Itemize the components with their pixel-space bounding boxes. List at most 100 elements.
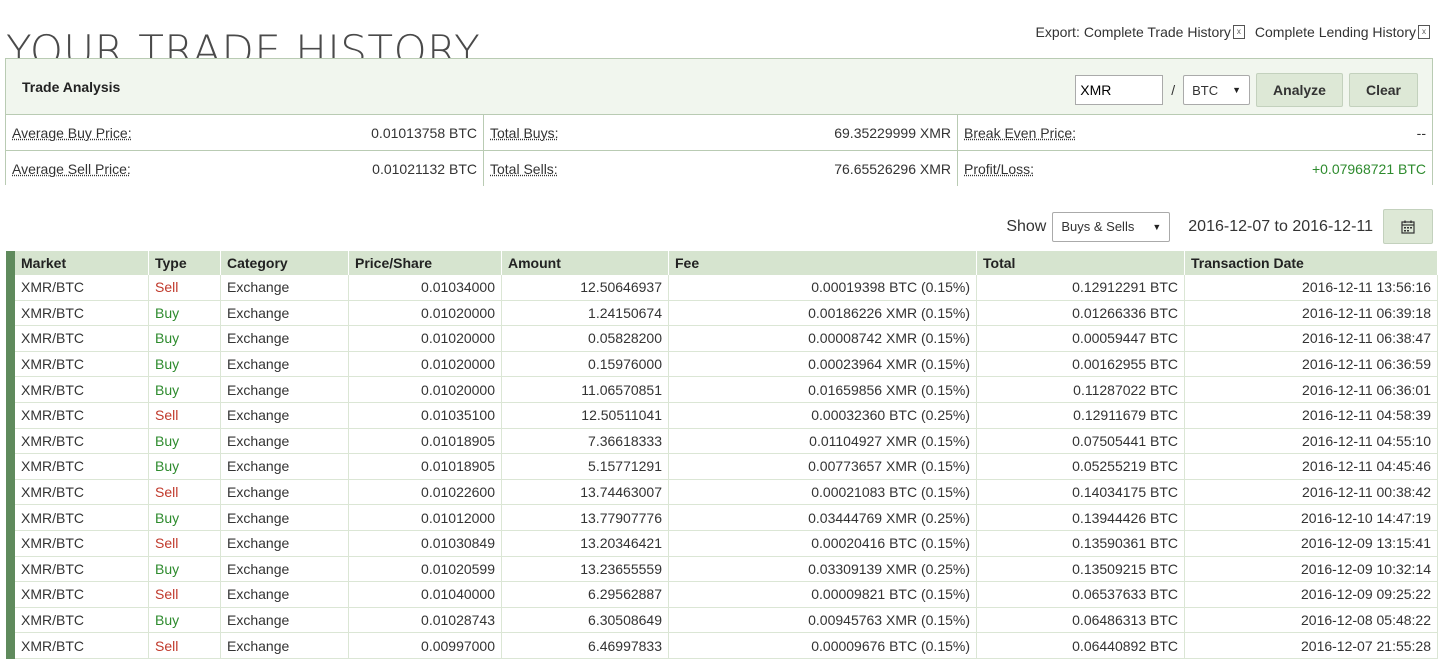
cell-date: 2016-12-11 06:36:59 — [1184, 351, 1438, 378]
cell-date: 2016-12-09 13:15:41 — [1184, 530, 1438, 557]
cell-type: Buy — [148, 376, 221, 403]
cell-market: XMR/BTC — [6, 376, 149, 403]
cell-market: XMR/BTC — [6, 504, 149, 531]
table-row: XMR/BTC Buy Exchange 0.01020000 0.15976000 0.… — [6, 351, 1438, 378]
cell-category: Exchange — [220, 376, 349, 403]
cell-date: 2016-12-11 13:56:16 — [1184, 275, 1438, 301]
cell-type: Buy — [148, 504, 221, 531]
trade-analysis-panel: Trade Analysis / BTC ▼ Analyze Clear Ave… — [5, 58, 1433, 186]
trade-analysis-header: Trade Analysis / BTC ▼ Analyze Clear — [6, 59, 1432, 115]
cell-category: Exchange — [220, 530, 349, 557]
cell-market: XMR/BTC — [6, 479, 149, 506]
cell-type: Buy — [148, 351, 221, 378]
cell-type: Buy — [148, 300, 221, 327]
cell-date: 2016-12-10 14:47:19 — [1184, 504, 1438, 531]
base-currency-value: BTC — [1192, 82, 1219, 98]
col-header[interactable]: Total — [976, 251, 1185, 275]
cell-price: 0.01018905 — [348, 453, 502, 480]
base-currency-select[interactable]: BTC ▼ — [1183, 75, 1251, 105]
calendar-button[interactable] — [1383, 209, 1433, 244]
cell-amount: 13.74463007 — [501, 479, 669, 506]
export-lending-history-link[interactable]: Complete Lending History x — [1255, 24, 1430, 40]
stat-break-even-price: Break Even Price: -- — [958, 115, 1432, 150]
cell-price: 0.01020000 — [348, 376, 502, 403]
stat-label: Average Buy Price: — [12, 124, 132, 141]
table-row: XMR/BTC Sell Exchange 0.01035100 12.50511041… — [6, 402, 1438, 429]
cell-fee: 0.01659856 XMR (0.15%) — [668, 376, 977, 403]
cell-price: 0.01035100 — [348, 402, 502, 429]
cell-category: Exchange — [220, 325, 349, 352]
export-trade-history-link[interactable]: Complete Trade History x — [1084, 24, 1251, 40]
show-filter-value: Buys & Sells — [1061, 219, 1135, 234]
stat-label: Total Buys: — [490, 124, 559, 141]
filter-bar: Show Buys & Sells ▼ 2016-12-07 to 2016-1… — [1006, 209, 1433, 244]
cell-amount: 5.15771291 — [501, 453, 669, 480]
col-header[interactable]: Fee — [668, 251, 977, 275]
cell-market: XMR/BTC — [6, 607, 149, 634]
cell-category: Exchange — [220, 453, 349, 480]
cell-category: Exchange — [220, 504, 349, 531]
col-header[interactable]: Price/Share — [348, 251, 502, 275]
col-header[interactable]: Category — [220, 251, 349, 275]
xls-file-icon: x — [1232, 25, 1245, 39]
cell-amount: 11.06570851 — [501, 376, 669, 403]
stat-value: 0.01013758 BTC — [371, 124, 477, 141]
stat-label: Average Sell Price: — [12, 160, 131, 177]
col-header[interactable]: Market — [6, 251, 149, 275]
cell-date: 2016-12-09 09:25:22 — [1184, 581, 1438, 608]
cell-total: 0.12911679 BTC — [976, 402, 1185, 429]
cell-total: 0.06440892 BTC — [976, 632, 1185, 659]
cell-date: 2016-12-09 10:32:14 — [1184, 556, 1438, 583]
cell-total: 0.14034175 BTC — [976, 479, 1185, 506]
cell-total: 0.06537633 BTC — [976, 581, 1185, 608]
table-row: XMR/BTC Buy Exchange 0.01018905 5.15771291 0.… — [6, 453, 1438, 480]
cell-amount: 0.15976000 — [501, 351, 669, 378]
analyze-button[interactable]: Analyze — [1256, 73, 1343, 107]
stat-value: -- — [1416, 124, 1426, 141]
cell-price: 0.01028743 — [348, 607, 502, 634]
cell-price: 0.01040000 — [348, 581, 502, 608]
cell-total: 0.07505441 BTC — [976, 428, 1185, 455]
cell-market: XMR/BTC — [6, 581, 149, 608]
cell-total: 0.00162955 BTC — [976, 351, 1185, 378]
cell-category: Exchange — [220, 428, 349, 455]
cell-market: XMR/BTC — [6, 428, 149, 455]
col-header[interactable]: Amount — [501, 251, 669, 275]
coin-input[interactable] — [1075, 75, 1164, 105]
stat-value: 69.35229999 XMR — [834, 124, 951, 141]
cell-category: Exchange — [220, 632, 349, 659]
cell-date: 2016-12-11 06:39:18 — [1184, 300, 1438, 327]
cell-price: 0.01020000 — [348, 300, 502, 327]
cell-fee: 0.00009676 BTC (0.15%) — [668, 632, 977, 659]
cell-market: XMR/BTC — [6, 325, 149, 352]
export-trade-history-label: Complete Trade History — [1083, 24, 1231, 40]
export-bar: Export: Complete Trade History x Complet… — [1035, 24, 1430, 40]
cell-amount: 6.29562887 — [501, 581, 669, 608]
cell-fee: 0.03309139 XMR (0.25%) — [668, 556, 977, 583]
cell-type: Sell — [148, 275, 221, 301]
table-row: XMR/BTC Sell Exchange 0.01022600 13.74463007… — [6, 479, 1438, 506]
cell-total: 0.06486313 BTC — [976, 607, 1185, 634]
cell-fee: 0.00008742 XMR (0.15%) — [668, 325, 977, 352]
show-filter-select[interactable]: Buys & Sells ▼ — [1052, 211, 1171, 242]
cell-amount: 0.05828200 — [501, 325, 669, 352]
table-row: XMR/BTC Buy Exchange 0.01020000 11.06570851 0… — [6, 376, 1438, 403]
cell-market: XMR/BTC — [6, 351, 149, 378]
profit-loss-value: +0.07968721 BTC — [1311, 160, 1426, 177]
show-label: Show — [1006, 217, 1047, 235]
cell-price: 0.01030849 — [348, 530, 502, 557]
clear-button[interactable]: Clear — [1348, 73, 1418, 107]
cell-date: 2016-12-11 06:38:47 — [1184, 325, 1438, 352]
cell-date: 2016-12-11 00:38:42 — [1184, 479, 1438, 506]
cell-market: XMR/BTC — [6, 300, 149, 327]
cell-category: Exchange — [220, 275, 349, 301]
stat-profit-loss: Profit/Loss: +0.07968721 BTC — [958, 151, 1432, 186]
stat-label: Profit/Loss: — [964, 160, 1035, 177]
cell-category: Exchange — [220, 581, 349, 608]
col-header[interactable]: Type — [148, 251, 221, 275]
cell-date: 2016-12-11 04:55:10 — [1184, 428, 1438, 455]
cell-total: 0.13590361 BTC — [976, 530, 1185, 557]
col-header[interactable]: Transaction Date — [1184, 251, 1438, 275]
stat-total-sells: Total Sells: 76.65526296 XMR — [484, 151, 958, 186]
cell-market: XMR/BTC — [6, 632, 149, 659]
